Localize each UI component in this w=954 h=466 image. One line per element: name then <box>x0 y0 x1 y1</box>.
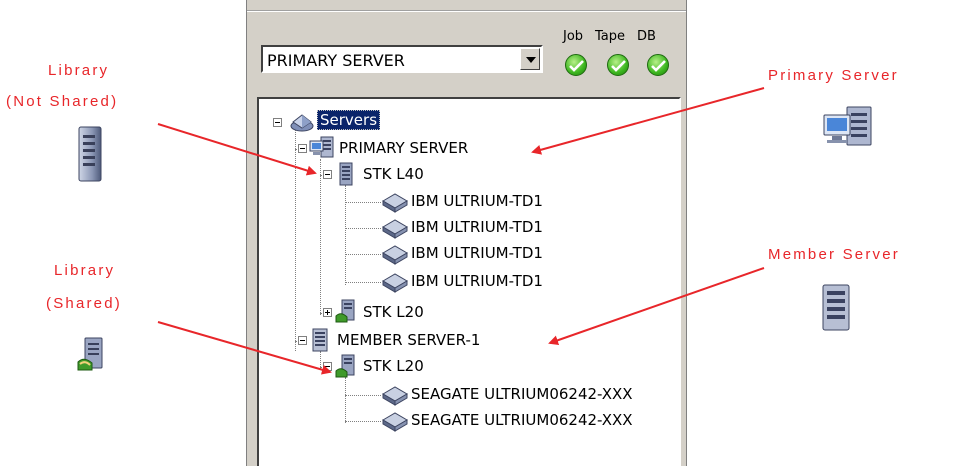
collapse-servers-toggle[interactable] <box>273 118 282 127</box>
tree-node-servers[interactable]: Servers <box>317 110 381 130</box>
tree-connector <box>345 282 381 283</box>
tape-drive-icon <box>382 193 408 213</box>
server-tree[interactable]: Servers PRIMARY SERVER STK L40 IBM ULTRI… <box>257 97 681 466</box>
tree-node-drive[interactable]: SEAGATE ULTRIUM06242-XXX <box>411 385 633 403</box>
tape-drive-icon <box>382 245 408 265</box>
job-status-check-icon[interactable] <box>565 54 587 76</box>
status-label-job: Job <box>563 29 584 44</box>
tree-node-stk-l20-primary[interactable]: STK L20 <box>363 303 424 321</box>
tape-drive-icon <box>382 219 408 239</box>
tape-drive-icon <box>382 412 408 432</box>
tree-connector <box>345 185 346 285</box>
tree-connector <box>345 377 346 423</box>
tree-connector <box>345 228 381 229</box>
tree-node-drive[interactable]: SEAGATE ULTRIUM06242-XXX <box>411 411 633 429</box>
tree-node-member-server[interactable]: MEMBER SERVER-1 <box>337 331 480 349</box>
shared-library-node-icon <box>335 299 355 323</box>
server-select-value: PRIMARY SERVER <box>267 51 405 70</box>
tape-drive-icon <box>382 273 408 293</box>
tree-connector <box>295 127 296 351</box>
tree-node-stk-l20-member[interactable]: STK L20 <box>363 357 424 375</box>
annotation-primary-server: Primary Server <box>768 67 899 84</box>
annotation-library-shared-line1: Library <box>54 262 116 279</box>
library-node-icon <box>339 162 353 186</box>
collapse-stk-l40-toggle[interactable] <box>323 170 332 179</box>
status-label-db: DB <box>637 29 656 44</box>
tree-node-drive[interactable]: IBM ULTRIUM-TD1 <box>411 218 543 236</box>
annotation-library-shared-line2: (Shared) <box>46 295 122 312</box>
tape-status-check-icon[interactable] <box>607 54 629 76</box>
server-select-dropdown-button[interactable] <box>520 48 540 70</box>
tree-node-drive[interactable]: IBM ULTRIUM-TD1 <box>411 244 543 262</box>
collapse-primary-server-toggle[interactable] <box>298 144 307 153</box>
tree-connector <box>345 421 381 422</box>
tree-connector <box>320 159 321 315</box>
tree-node-primary-server[interactable]: PRIMARY SERVER <box>339 139 468 157</box>
member-server-icon <box>822 284 850 331</box>
library-not-shared-icon <box>78 126 102 182</box>
tree-node-drive[interactable]: IBM ULTRIUM-TD1 <box>411 272 543 290</box>
primary-server-icon <box>823 106 872 146</box>
shared-library-node-icon <box>335 354 355 378</box>
collapse-member-server-toggle[interactable] <box>298 336 307 345</box>
library-shared-icon <box>77 337 103 371</box>
annotation-member-server: Member Server <box>768 246 900 263</box>
tree-node-drive[interactable]: IBM ULTRIUM-TD1 <box>411 192 543 210</box>
annotation-library-not-shared-line1: Library <box>48 62 110 79</box>
db-status-check-icon[interactable] <box>647 54 669 76</box>
annotation-library-not-shared-line2: (Not Shared) <box>6 93 119 110</box>
panel-divider <box>247 10 686 12</box>
expand-stk-l20-toggle[interactable] <box>323 308 332 317</box>
member-server-node-icon <box>312 328 328 352</box>
servers-group-icon <box>290 114 314 132</box>
server-select[interactable]: PRIMARY SERVER <box>261 45 543 73</box>
tree-connector <box>345 254 381 255</box>
primary-server-node-icon <box>309 136 334 158</box>
status-label-tape: Tape <box>595 29 626 44</box>
tree-node-stk-l40[interactable]: STK L40 <box>363 165 424 183</box>
tree-connector <box>345 395 381 396</box>
tape-drive-icon <box>382 386 408 406</box>
tree-connector <box>345 202 381 203</box>
collapse-stk-l20-member-toggle[interactable] <box>323 362 332 371</box>
server-panel: PRIMARY SERVER Job Tape DB Servers PRIMA… <box>246 0 687 466</box>
